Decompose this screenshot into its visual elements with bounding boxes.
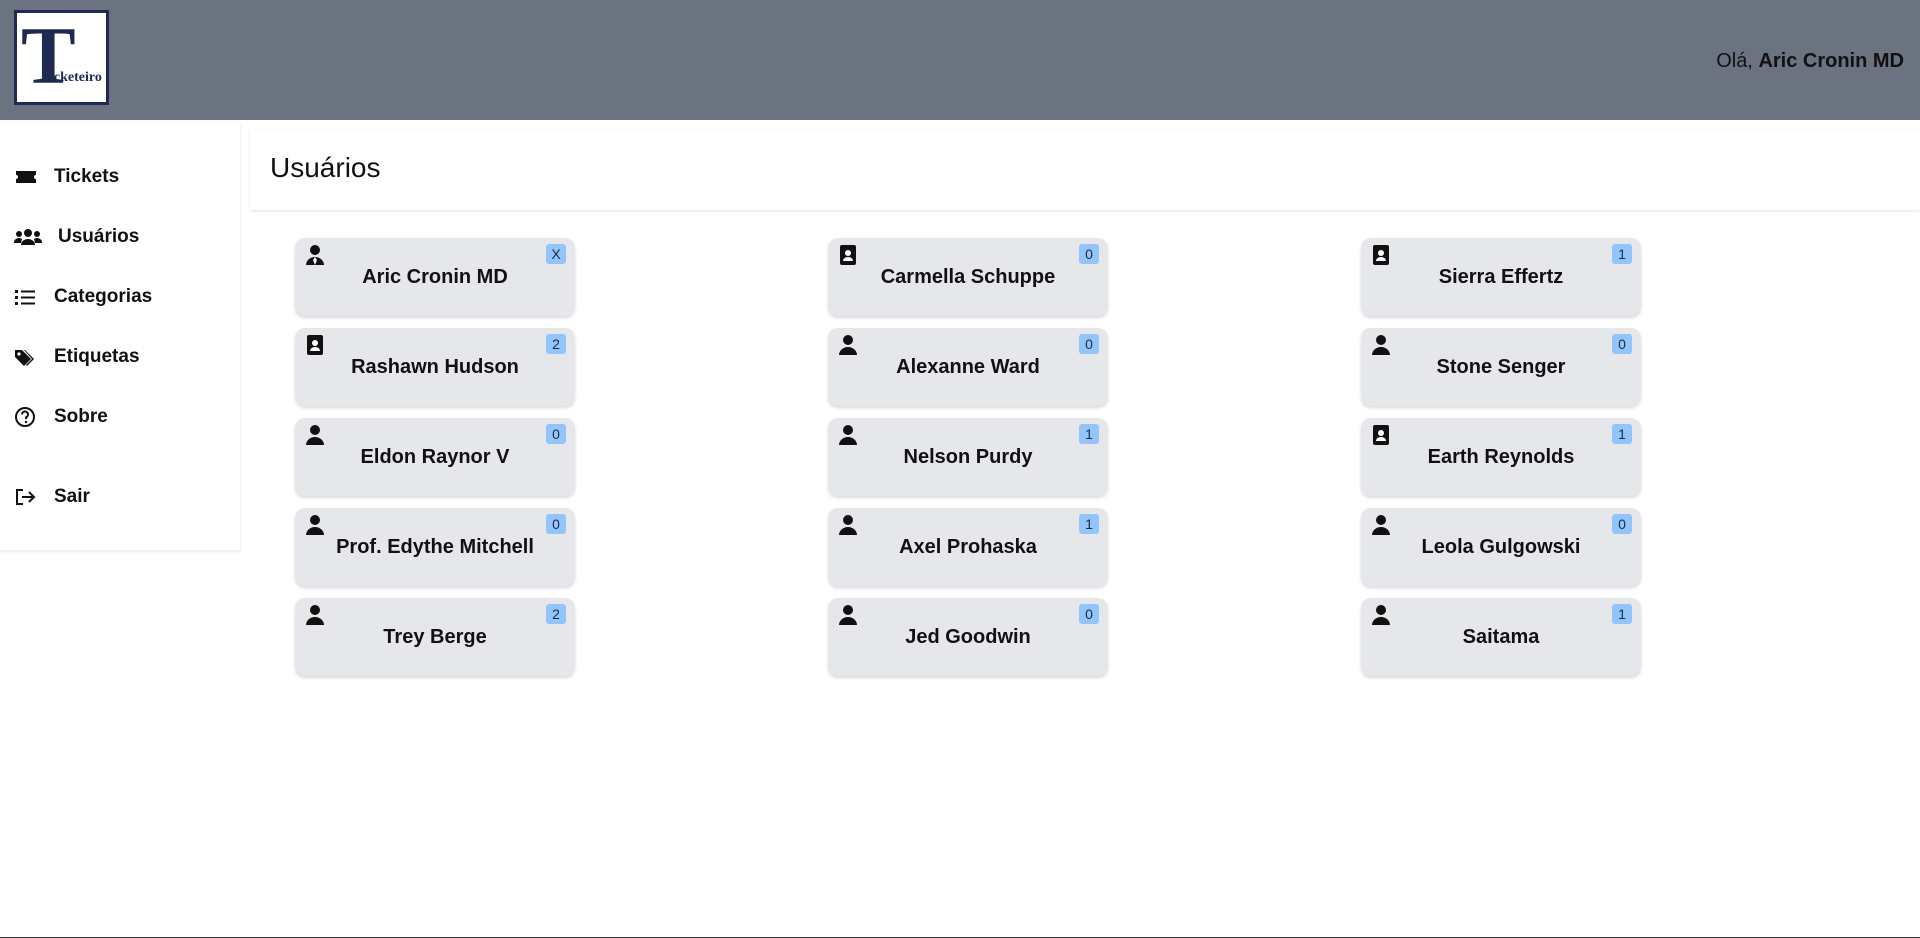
user-icon bbox=[838, 424, 858, 446]
user-icon bbox=[305, 424, 325, 446]
user-name: Stone Senger bbox=[1436, 356, 1566, 378]
page-title: Usuários bbox=[270, 152, 381, 183]
user-icon bbox=[305, 514, 325, 536]
user-card[interactable]: 0 Alexanne Ward bbox=[828, 328, 1108, 406]
user-name: Alexanne Ward bbox=[896, 356, 1040, 378]
user-card[interactable]: 2 Trey Berge bbox=[295, 598, 575, 676]
users-grid: X Aric Cronin MD 0 Carmella Schuppe 1 Sierra … bbox=[295, 238, 1641, 676]
ticket-count-badge: 0 bbox=[1612, 334, 1632, 354]
ticketeiro-logo[interactable]: T icketeiro bbox=[14, 10, 109, 105]
sidebar-item-label: Etiquetas bbox=[54, 346, 140, 367]
ticket-count-badge: 0 bbox=[1079, 244, 1099, 264]
sign-out-icon bbox=[16, 489, 36, 505]
user-icon bbox=[838, 334, 858, 356]
user-card[interactable]: 1 Earth Reynolds bbox=[1361, 418, 1641, 496]
ticket-count-badge: 0 bbox=[546, 514, 566, 534]
tags-icon bbox=[15, 350, 34, 366]
ticket-count-badge: 0 bbox=[1079, 604, 1099, 624]
user-icon bbox=[305, 604, 325, 626]
ticket-count-badge: 2 bbox=[546, 604, 566, 624]
user-name: Saitama bbox=[1462, 626, 1540, 648]
sidebar: Tickets Usuários Categorias Etiquetas So… bbox=[0, 122, 240, 550]
ticket-count-badge: 1 bbox=[1079, 424, 1099, 444]
sidebar-item-label: Sobre bbox=[54, 406, 108, 427]
ticket-count-badge: 0 bbox=[1079, 334, 1099, 354]
ticket-count-badge: 2 bbox=[546, 334, 566, 354]
user-card[interactable]: 0 Prof. Edythe Mitchell bbox=[295, 508, 575, 586]
id-badge-icon bbox=[838, 244, 858, 266]
greeting-username: Aric Cronin MD bbox=[1758, 50, 1904, 72]
user-name: Axel Prohaska bbox=[899, 536, 1037, 558]
sidebar-item-etiquetas[interactable]: Etiquetas bbox=[14, 342, 140, 372]
id-badge-icon bbox=[305, 334, 325, 356]
greeting-prefix: Olá, bbox=[1716, 50, 1753, 72]
logo-text: icketeiro bbox=[50, 70, 102, 85]
user-name: Leola Gulgowski bbox=[1421, 536, 1581, 558]
sidebar-item-label: Sair bbox=[54, 486, 90, 507]
user-card[interactable]: 0 Eldon Raynor V bbox=[295, 418, 575, 496]
user-name: Rashawn Hudson bbox=[351, 356, 519, 378]
sidebar-item-sair[interactable]: Sair bbox=[14, 482, 90, 512]
users-icon bbox=[14, 229, 42, 245]
user-tie-icon bbox=[305, 244, 325, 266]
user-name: Earth Reynolds bbox=[1427, 446, 1575, 468]
ticket-count-badge: 0 bbox=[1612, 514, 1632, 534]
user-card[interactable]: 2 Rashawn Hudson bbox=[295, 328, 575, 406]
user-card[interactable]: 0 Stone Senger bbox=[1361, 328, 1641, 406]
page-title-bar: Usuários bbox=[250, 130, 1920, 210]
sidebar-item-tickets[interactable]: Tickets bbox=[14, 162, 119, 192]
user-name: Nelson Purdy bbox=[903, 446, 1033, 468]
user-name: Carmella Schuppe bbox=[880, 266, 1056, 288]
question-circle-icon bbox=[15, 407, 35, 427]
user-name: Sierra Effertz bbox=[1438, 266, 1564, 288]
list-icon bbox=[15, 290, 35, 305]
sidebar-item-categorias[interactable]: Categorias bbox=[14, 282, 152, 312]
ticket-count-badge: 0 bbox=[546, 424, 566, 444]
user-name: Trey Berge bbox=[383, 626, 487, 648]
id-badge-icon bbox=[1371, 424, 1391, 446]
ticket-count-badge: 1 bbox=[1079, 514, 1099, 534]
user-icon bbox=[1371, 514, 1391, 536]
user-name: Aric Cronin MD bbox=[362, 266, 508, 288]
ticket-count-badge: X bbox=[546, 244, 566, 264]
user-card[interactable]: 1 Nelson Purdy bbox=[828, 418, 1108, 496]
sidebar-item-usuarios[interactable]: Usuários bbox=[14, 222, 139, 252]
user-icon bbox=[1371, 334, 1391, 356]
ticket-icon bbox=[16, 171, 36, 183]
user-card[interactable]: 1 Axel Prohaska bbox=[828, 508, 1108, 586]
sidebar-item-label: Usuários bbox=[58, 226, 140, 247]
ticket-count-badge: 1 bbox=[1612, 604, 1632, 624]
user-icon bbox=[1371, 604, 1391, 626]
user-icon bbox=[838, 604, 858, 626]
user-icon bbox=[838, 514, 858, 536]
user-name: Eldon Raynor V bbox=[360, 446, 510, 468]
user-card[interactable]: 0 Leola Gulgowski bbox=[1361, 508, 1641, 586]
user-card[interactable]: X Aric Cronin MD bbox=[295, 238, 575, 316]
user-card[interactable]: 1 Sierra Effertz bbox=[1361, 238, 1641, 316]
user-name: Jed Goodwin bbox=[905, 626, 1031, 648]
sidebar-item-sobre[interactable]: Sobre bbox=[14, 402, 108, 432]
sidebar-item-label: Tickets bbox=[54, 166, 120, 187]
sidebar-item-label: Categorias bbox=[54, 286, 153, 307]
user-card[interactable]: 0 Jed Goodwin bbox=[828, 598, 1108, 676]
id-badge-icon bbox=[1371, 244, 1391, 266]
ticket-count-badge: 1 bbox=[1612, 424, 1632, 444]
user-name: Prof. Edythe Mitchell bbox=[336, 536, 534, 558]
ticket-count-badge: 1 bbox=[1612, 244, 1632, 264]
top-header: T icketeiro Olá, Aric Cronin MD bbox=[0, 0, 1920, 120]
user-greeting: Olá, Aric Cronin MD bbox=[1716, 50, 1904, 73]
user-card[interactable]: 0 Carmella Schuppe bbox=[828, 238, 1108, 316]
user-card[interactable]: 1 Saitama bbox=[1361, 598, 1641, 676]
